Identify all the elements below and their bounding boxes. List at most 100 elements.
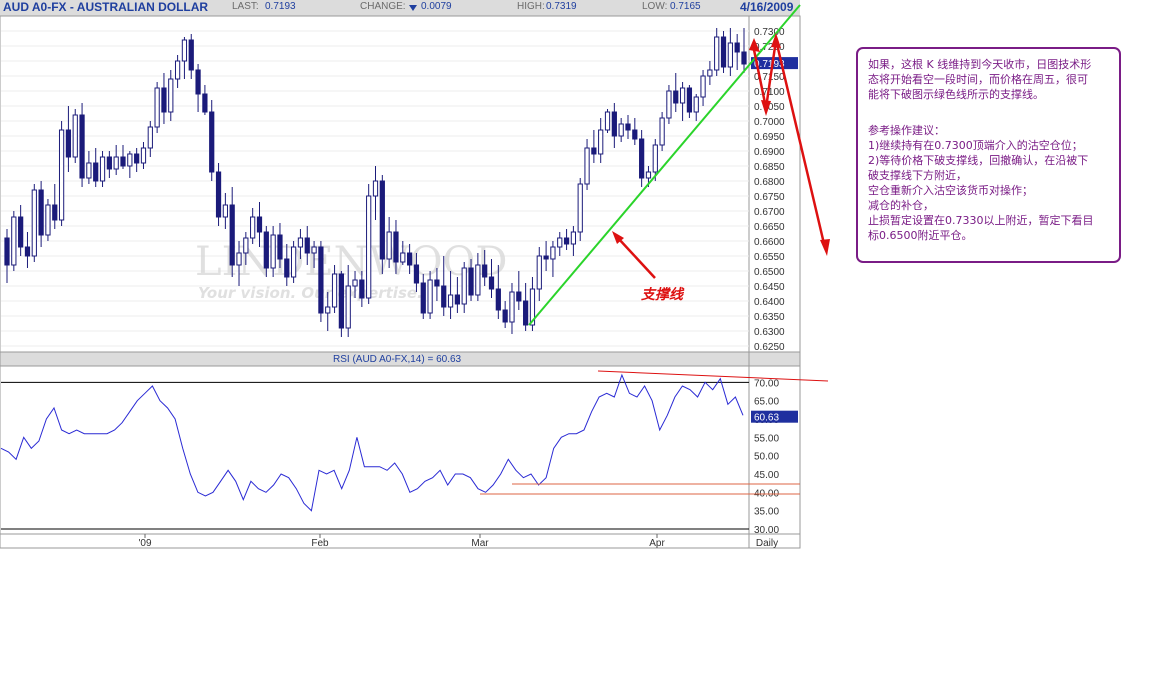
note-line: 态将开始看空一段时间，而价格在周五，很可 bbox=[868, 73, 1088, 86]
candle-body bbox=[195, 69, 201, 95]
candle-body bbox=[161, 87, 167, 113]
support-label: 支撑线 bbox=[640, 286, 685, 303]
rsi-tick-label: 50.00 bbox=[754, 452, 779, 463]
candle-body bbox=[407, 252, 413, 266]
candle-body bbox=[325, 306, 331, 314]
candle-body bbox=[447, 294, 454, 308]
price-tick-label: 0.6400 bbox=[754, 297, 785, 308]
note-line: 如果，这根 K 线维持到今天收市，日图技术形 bbox=[868, 58, 1092, 71]
candle-body bbox=[652, 144, 658, 173]
chart-stage: AUD A0-FX - AUSTRALIAN DOLLAR LAST: 0.71… bbox=[0, 0, 1157, 678]
note-line: 能将下破图示绿色线所示的支撑线。 bbox=[868, 88, 1044, 101]
candle-body bbox=[427, 279, 433, 314]
candle-body bbox=[174, 60, 181, 80]
candle-body bbox=[707, 69, 713, 77]
candle-body bbox=[400, 252, 406, 263]
candle-body bbox=[543, 255, 549, 260]
candle-body bbox=[236, 252, 242, 266]
candle-body bbox=[454, 294, 461, 305]
candle-body bbox=[598, 129, 604, 155]
candle-body bbox=[659, 117, 665, 146]
price-tick-label: 0.6900 bbox=[754, 147, 785, 158]
candle-body bbox=[482, 264, 488, 278]
price-tick-label: 0.6600 bbox=[754, 237, 785, 248]
candle-body bbox=[413, 264, 420, 284]
candle-body bbox=[284, 258, 290, 278]
candle-body bbox=[215, 171, 222, 218]
candle-body bbox=[625, 123, 631, 131]
price-tick-label: 0.6450 bbox=[754, 282, 785, 293]
candle-body bbox=[147, 126, 153, 149]
watermark-logo: LINDENWOOD bbox=[195, 239, 507, 285]
price-tick-label: 0.7000 bbox=[754, 117, 785, 128]
candle-body bbox=[366, 195, 372, 299]
candle-body bbox=[24, 246, 31, 257]
candle-body bbox=[352, 279, 358, 287]
candle-body bbox=[222, 204, 228, 218]
price-tick-label: 0.6950 bbox=[754, 132, 785, 143]
candle-body bbox=[714, 36, 720, 71]
candle-body bbox=[311, 246, 317, 254]
price-tick-label: 0.6750 bbox=[754, 192, 785, 203]
candle-body bbox=[475, 264, 481, 296]
candle-body bbox=[434, 279, 440, 287]
candle-body bbox=[488, 276, 495, 290]
price-tick-label: 0.6500 bbox=[754, 267, 785, 278]
candle-body bbox=[379, 180, 385, 260]
candle-body bbox=[563, 237, 570, 245]
candle-body bbox=[618, 123, 624, 137]
price-tick-label: 0.6550 bbox=[754, 252, 785, 263]
candle-body bbox=[393, 231, 399, 263]
candle-body bbox=[639, 138, 645, 179]
price-tick-label: 0.6800 bbox=[754, 177, 785, 188]
candle-body bbox=[229, 204, 235, 266]
candle-body bbox=[441, 285, 447, 308]
x-tick-label: Apr bbox=[649, 538, 665, 549]
candle-body bbox=[727, 42, 733, 68]
rsi-tick-label: 65.00 bbox=[754, 397, 779, 408]
rsi-tick-label: 45.00 bbox=[754, 470, 779, 481]
candle-body bbox=[741, 51, 747, 65]
candle-body bbox=[134, 153, 140, 164]
candle-body bbox=[181, 39, 188, 62]
candle-body bbox=[577, 183, 583, 233]
candle-body bbox=[106, 156, 112, 170]
candle-body bbox=[359, 279, 365, 299]
candle-body bbox=[611, 111, 617, 137]
watermark-tagline: Your vision. Our expertise. bbox=[198, 284, 423, 302]
advice-line: 2)等待价格下破支撑线，回撤确认，在沿被下 bbox=[868, 154, 1089, 167]
price-tick-label: 0.6250 bbox=[754, 342, 785, 353]
advice-line: 空仓重新介入沽空该货币对操作； bbox=[868, 184, 1033, 197]
candle-body bbox=[693, 96, 699, 113]
x-tick-label: Daily bbox=[756, 538, 778, 549]
candle-body bbox=[93, 162, 99, 182]
candle-body bbox=[666, 90, 672, 119]
candle-body bbox=[277, 234, 283, 260]
candle-body bbox=[168, 78, 174, 113]
price-tick-label: 0.6650 bbox=[754, 222, 785, 233]
candle-body bbox=[52, 204, 58, 221]
candle-body bbox=[290, 246, 297, 278]
candle-body bbox=[591, 147, 597, 155]
price-tick-label: 0.6850 bbox=[754, 162, 785, 173]
candle-body bbox=[345, 285, 351, 329]
candle-body bbox=[38, 189, 44, 236]
candle-body bbox=[202, 93, 208, 113]
advice-line: 参考操作建议： bbox=[868, 124, 945, 137]
candle-body bbox=[79, 114, 85, 179]
candle-body bbox=[270, 234, 276, 269]
candle-body bbox=[65, 129, 72, 158]
candle-body bbox=[18, 216, 24, 248]
price-tick-label: 0.6700 bbox=[754, 207, 785, 218]
candle-body bbox=[584, 147, 590, 185]
candle-body bbox=[243, 237, 249, 254]
candle-body bbox=[536, 255, 542, 290]
candle-body bbox=[550, 246, 556, 260]
candle-body bbox=[673, 90, 679, 104]
advice-line: 止损暂定设置在0.7330以上附近，暂定下看目 bbox=[868, 214, 1094, 227]
rsi-tick-label: 35.00 bbox=[754, 507, 779, 518]
candle-body bbox=[720, 36, 727, 68]
candle-body bbox=[331, 273, 338, 308]
x-tick-label: Mar bbox=[471, 538, 489, 549]
analysis-note: 如果，这根 K 线维持到今天收市，日图技术形 态将开始看空一段时间，而价格在周五… bbox=[856, 47, 1121, 263]
